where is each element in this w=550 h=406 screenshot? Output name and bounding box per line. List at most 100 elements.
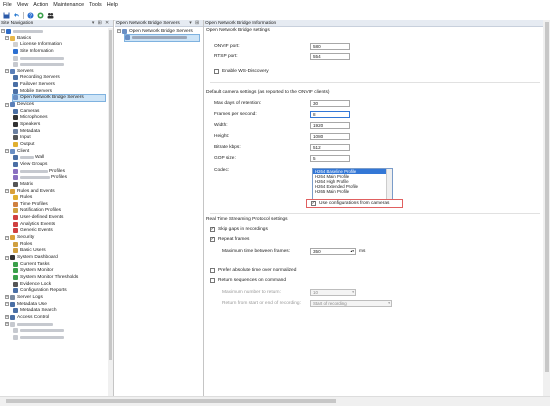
tree-expander[interactable]: + — [5, 295, 9, 300]
width-input[interactable]: 1920 — [310, 122, 350, 129]
sidebar-item[interactable]: Speakers — [13, 121, 40, 128]
gop-input[interactable]: 5 — [310, 155, 350, 162]
sidebar-item[interactable]: Generic Events — [13, 228, 53, 235]
spinner-icon[interactable]: ▴▾ — [350, 249, 354, 253]
sidebar-item[interactable]: − Devices — [5, 101, 34, 108]
sidebar-item[interactable]: Microphones — [13, 115, 47, 122]
sidebar-item[interactable]: Metadata — [13, 128, 40, 135]
retention-input[interactable]: 30 — [310, 100, 350, 107]
sidebar-item[interactable]: User-defined Events — [13, 214, 63, 221]
tree-expander[interactable]: − — [1, 29, 5, 34]
nav-scroll-thumb[interactable] — [109, 30, 112, 360]
repeat-frames-checkbox[interactable]: ✓ — [210, 237, 215, 242]
sidebar-item[interactable]: Current Tasks — [13, 261, 50, 268]
codec-listbox[interactable]: H264 Baseline Profile H264 Main Profile … — [312, 168, 393, 200]
bitrate-input[interactable]: 512 — [310, 144, 350, 151]
sidebar-item[interactable] — [13, 61, 65, 68]
tree-expander[interactable]: + — [5, 322, 9, 327]
sidebar-item[interactable]: Analytics Events — [13, 221, 55, 228]
dashboard-icon[interactable] — [37, 12, 44, 19]
sidebar-item[interactable]: + Access Control — [5, 314, 49, 321]
use-camera-config-checkbox[interactable]: ✓ — [311, 201, 316, 206]
sidebar-item[interactable]: Input — [13, 135, 31, 142]
sidebar-item[interactable]: Rules — [13, 194, 32, 201]
sidebar-item[interactable]: Profiles — [13, 174, 67, 181]
sidebar-item[interactable]: Cameras — [13, 108, 39, 115]
sidebar-item[interactable] — [13, 334, 65, 341]
nav-scrollbar[interactable] — [108, 28, 113, 396]
sidebar-item[interactable]: − Security — [5, 234, 34, 241]
tree-expander[interactable]: − — [5, 189, 9, 194]
sidebar-item[interactable]: Metadata Search — [13, 307, 57, 314]
sidebar-item[interactable]: System Monitor Thresholds — [13, 274, 78, 281]
tree-expander[interactable]: − — [5, 69, 9, 74]
horizontal-scroll-thumb[interactable] — [6, 399, 336, 403]
codec-scrollbar[interactable] — [386, 169, 392, 199]
pane-pin-buttons[interactable]: ▾ ⊞ ✕ — [92, 21, 110, 26]
sidebar-item[interactable]: Wall — [13, 155, 44, 162]
sidebar-item[interactable]: License Information — [13, 41, 62, 48]
sidebar-item[interactable]: Basic Users — [13, 248, 46, 255]
sidebar-item[interactable]: Notification Profiles — [13, 208, 61, 215]
sidebar-item[interactable] — [13, 327, 65, 334]
sidebar-item[interactable]: − System Dashboard — [5, 254, 58, 261]
sidebar-item[interactable]: + — [5, 321, 54, 328]
codec-option[interactable]: H265 Main Profile — [313, 189, 392, 194]
fps-input[interactable]: 8 — [310, 111, 350, 118]
sidebar-item[interactable]: Mobile Servers — [13, 88, 52, 95]
sidebar-item[interactable]: Matrix — [13, 181, 33, 188]
rtsp-port-input[interactable]: 554 — [310, 53, 350, 60]
return-from-dropdown[interactable]: Start of recording ▾ — [310, 300, 392, 307]
sidebar-item[interactable]: − Servers — [5, 68, 34, 75]
tree-root[interactable]: − — [1, 28, 44, 35]
sidebar-item[interactable]: Configuration Reports — [13, 288, 67, 295]
menu-help[interactable]: Help — [107, 2, 118, 8]
sidebar-item[interactable]: Evidence Lock — [13, 281, 51, 288]
tree-expander[interactable]: + — [5, 315, 9, 320]
menu-action[interactable]: Action — [33, 2, 48, 8]
users-icon[interactable] — [47, 12, 54, 19]
menu-maintenance[interactable]: Maintenance — [53, 2, 84, 8]
tree-expander[interactable]: − — [5, 149, 9, 154]
onvif-port-input[interactable]: 580 — [310, 43, 350, 50]
max-time-input[interactable]: 350 ▴▾ — [310, 248, 356, 255]
sidebar-item[interactable]: − Rules and Events — [5, 188, 55, 195]
sidebar-item[interactable]: Roles — [13, 241, 32, 248]
tree-expander[interactable]: − — [5, 255, 9, 260]
height-input[interactable]: 1080 — [310, 133, 350, 140]
skip-gaps-checkbox[interactable]: ✓ — [210, 227, 215, 232]
undo-icon[interactable] — [13, 12, 20, 19]
sidebar-item[interactable]: + Server Logs — [5, 294, 43, 301]
tree-expander[interactable]: − — [5, 235, 9, 240]
ws-discovery-checkbox[interactable] — [214, 69, 219, 74]
overview-server-item[interactable] — [124, 33, 200, 43]
save-icon[interactable] — [3, 12, 10, 19]
tree-expander[interactable]: − — [117, 29, 121, 34]
properties-scroll-thumb[interactable] — [544, 22, 549, 372]
sidebar-item[interactable]: − Basics — [5, 35, 31, 42]
sidebar-item[interactable]: Open Network Bridge Servers — [12, 93, 106, 103]
sidebar-item[interactable] — [13, 55, 65, 62]
tree-expander[interactable]: − — [5, 36, 9, 41]
tree-expander[interactable]: − — [5, 102, 9, 107]
sidebar-item[interactable]: Profiles — [13, 168, 65, 175]
sidebar-item[interactable]: Recording Servers — [13, 75, 60, 82]
sidebar-item[interactable]: Output — [13, 141, 34, 148]
sidebar-item[interactable]: View Groups — [13, 161, 47, 168]
sidebar-item[interactable]: Failover Servers — [13, 81, 55, 88]
sidebar-item[interactable]: Time Profiles — [13, 201, 48, 208]
menu-tools[interactable]: Tools — [89, 2, 102, 8]
prefer-absolute-checkbox[interactable] — [210, 268, 215, 273]
menu-view[interactable]: View — [17, 2, 29, 8]
sidebar-item[interactable]: System Monitor — [13, 268, 53, 275]
menu-file[interactable]: File — [3, 2, 12, 8]
overview-pin-buttons[interactable]: ▾ ⊞ — [189, 21, 200, 26]
return-sequences-checkbox[interactable] — [210, 278, 215, 283]
sidebar-item[interactable]: Site Information — [13, 48, 54, 55]
max-number-dropdown[interactable]: 10 ▾ — [310, 289, 356, 296]
tree-expander[interactable]: − — [5, 302, 9, 307]
sidebar-item[interactable]: − Metadata Use — [5, 301, 47, 308]
help-icon[interactable]: ? — [27, 12, 34, 19]
properties-scrollbar[interactable] — [543, 20, 550, 396]
sidebar-item[interactable]: − Client — [5, 148, 29, 155]
